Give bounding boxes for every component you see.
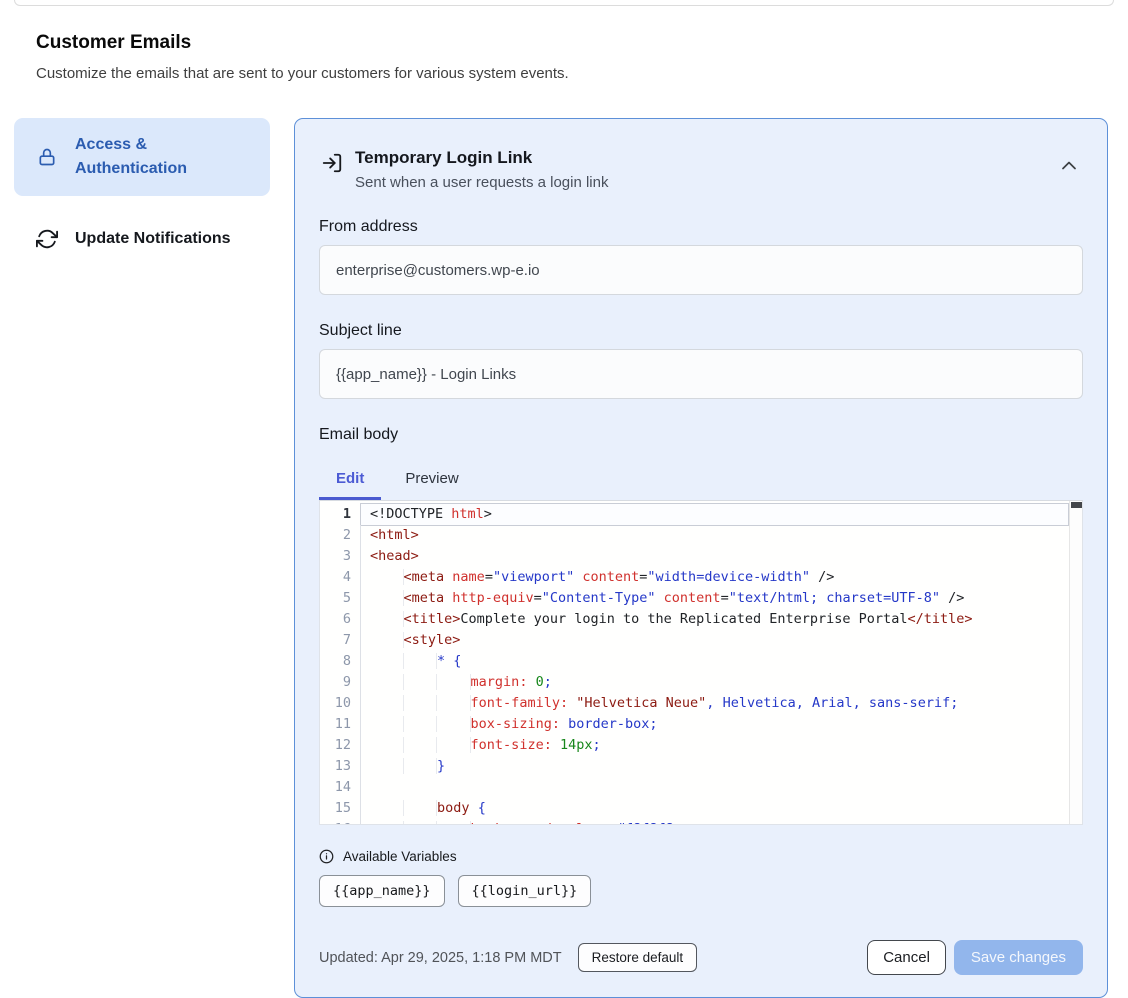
page-title: Customer Emails <box>36 32 1128 54</box>
line-number: 10 <box>320 693 361 714</box>
subject-line-label: Subject line <box>319 322 1083 340</box>
panel-header: Temporary Login Link Sent when a user re… <box>319 143 1083 191</box>
code-content: <style> <box>361 630 1068 651</box>
variable-chips: {{app_name}} {{login_url}} <box>319 875 1083 907</box>
code-line[interactable]: 16 background-color: #f8f8f8; <box>320 819 1082 825</box>
code-content: font-family: "Helvetica Neue", Helvetica… <box>361 693 1068 714</box>
line-number: 7 <box>320 630 361 651</box>
code-line[interactable]: 10 font-family: "Helvetica Neue", Helvet… <box>320 693 1082 714</box>
available-variables-row: Available Variables <box>319 849 1083 864</box>
code-line[interactable]: 13 } <box>320 756 1082 777</box>
line-number: 4 <box>320 567 361 588</box>
updated-timestamp: Updated: Apr 29, 2025, 1:18 PM MDT <box>319 950 562 966</box>
code-line[interactable]: 4 <meta name="viewport" content="width=d… <box>320 567 1082 588</box>
lock-icon <box>36 146 58 168</box>
code-content: <head> <box>361 546 1068 567</box>
code-line[interactable]: 8 * { <box>320 651 1082 672</box>
variable-chip-app-name[interactable]: {{app_name}} <box>319 875 445 907</box>
panel-titles: Temporary Login Link Sent when a user re… <box>355 143 1055 191</box>
restore-default-button[interactable]: Restore default <box>578 943 698 972</box>
line-number: 15 <box>320 798 361 819</box>
line-number: 12 <box>320 735 361 756</box>
line-number: 5 <box>320 588 361 609</box>
code-content: margin: 0; <box>361 672 1068 693</box>
code-line[interactable]: 9 margin: 0; <box>320 672 1082 693</box>
code-line[interactable]: 11 box-sizing: border-box; <box>320 714 1082 735</box>
line-number: 16 <box>320 819 361 825</box>
code-content: font-size: 14px; <box>361 735 1068 756</box>
code-line[interactable]: 5 <meta http-equiv="Content-Type" conten… <box>320 588 1082 609</box>
editor-vertical-scrollbar[interactable] <box>1069 501 1082 824</box>
available-variables-label: Available Variables <box>343 849 457 864</box>
save-changes-button[interactable]: Save changes <box>954 940 1083 975</box>
tab-edit[interactable]: Edit <box>319 460 381 500</box>
code-line[interactable]: 6 <title>Complete your login to the Repl… <box>320 609 1082 630</box>
line-number: 3 <box>320 546 361 567</box>
code-content: <html> <box>361 525 1068 546</box>
line-number: 6 <box>320 609 361 630</box>
email-template-title: Temporary Login Link <box>355 146 1055 170</box>
chevron-up-icon <box>1062 161 1076 170</box>
code-content: <!DOCTYPE html> <box>361 504 1068 525</box>
code-line[interactable]: 7 <style> <box>320 630 1082 651</box>
email-body-label: Email body <box>319 426 1083 444</box>
code-content: <meta http-equiv="Content-Type" content=… <box>361 588 1068 609</box>
subject-line-input[interactable] <box>319 349 1083 399</box>
code-content: <meta name="viewport" content="width=dev… <box>361 567 1068 588</box>
cancel-button[interactable]: Cancel <box>867 940 946 975</box>
code-line[interactable]: 1<!DOCTYPE html> <box>320 504 1082 525</box>
from-address-label: From address <box>319 218 1083 236</box>
code-line[interactable]: 15 body { <box>320 798 1082 819</box>
line-number: 11 <box>320 714 361 735</box>
content-area: Access & Authentication Update Notificat… <box>14 118 1108 998</box>
email-settings-panel: Temporary Login Link Sent when a user re… <box>294 118 1108 998</box>
email-template-subtitle: Sent when a user requests a login link <box>355 174 1055 191</box>
code-content <box>361 777 1068 798</box>
sidebar-item-update-notifications[interactable]: Update Notifications <box>14 212 270 266</box>
code-content: * { <box>361 651 1068 672</box>
code-content: background-color: #f8f8f8; <box>361 819 1068 825</box>
info-icon <box>319 849 334 864</box>
code-content: box-sizing: border-box; <box>361 714 1068 735</box>
sidebar-item-access-authentication[interactable]: Access & Authentication <box>14 118 270 196</box>
panel-footer: Updated: Apr 29, 2025, 1:18 PM MDT Resto… <box>319 940 1083 975</box>
log-in-icon <box>321 152 343 174</box>
sidebar-item-label: Update Notifications <box>75 227 231 251</box>
tab-preview[interactable]: Preview <box>398 460 458 500</box>
code-editor[interactable]: 1<!DOCTYPE html>2<html>3<head>4 <meta na… <box>319 500 1083 825</box>
sidebar-item-label: Access & Authentication <box>75 133 225 181</box>
line-number: 1 <box>320 504 361 525</box>
line-number: 9 <box>320 672 361 693</box>
previous-card-bottom-edge <box>14 0 1114 6</box>
page-subtitle: Customize the emails that are sent to yo… <box>36 65 1128 82</box>
email-body-tabs: Edit Preview <box>319 460 1083 500</box>
line-number: 13 <box>320 756 361 777</box>
collapse-section-button[interactable] <box>1055 151 1083 179</box>
editor-scrollbar-thumb[interactable] <box>1071 502 1082 508</box>
code-line[interactable]: 12 font-size: 14px; <box>320 735 1082 756</box>
line-number: 8 <box>320 651 361 672</box>
code-editor-lines: 1<!DOCTYPE html>2<html>3<head>4 <meta na… <box>320 504 1082 825</box>
line-number: 2 <box>320 525 361 546</box>
code-line[interactable]: 3<head> <box>320 546 1082 567</box>
code-content: body { <box>361 798 1068 819</box>
from-address-input[interactable] <box>319 245 1083 295</box>
refresh-icon <box>36 228 58 250</box>
code-line[interactable]: 2<html> <box>320 525 1082 546</box>
sidebar: Access & Authentication Update Notificat… <box>14 118 270 266</box>
code-content: } <box>361 756 1068 777</box>
variable-chip-login-url[interactable]: {{login_url}} <box>458 875 592 907</box>
code-content: <title>Complete your login to the Replic… <box>361 609 1068 630</box>
code-line[interactable]: 14 <box>320 777 1082 798</box>
line-number: 14 <box>320 777 361 798</box>
